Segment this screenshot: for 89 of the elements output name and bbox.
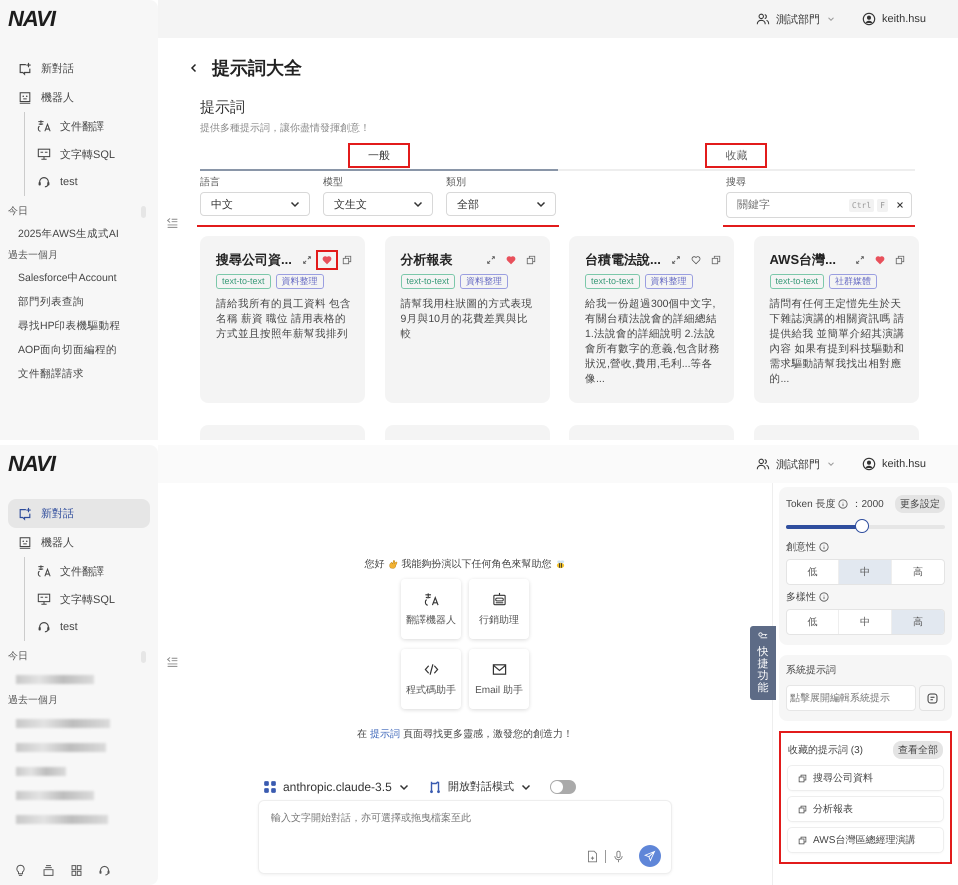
tag: text-to-text bbox=[770, 274, 824, 289]
nav-item[interactable]: 機器人 bbox=[8, 83, 150, 112]
history-heading: 過去一個月 bbox=[7, 694, 59, 708]
tag: 資料整理 bbox=[644, 274, 693, 289]
history-heading: 過去一個月 bbox=[7, 248, 59, 263]
history-item[interactable]: 文件翻譯請求 bbox=[0, 362, 158, 386]
bot-item[interactable]: test bbox=[27, 613, 150, 641]
bot-item[interactable]: 文字轉SQL bbox=[27, 140, 150, 168]
prompt-text: 請幫我用柱狀圖的方式表現9月與10月的花費差異與比較 bbox=[400, 297, 534, 342]
bot-item[interactable]: test bbox=[27, 168, 150, 196]
card-title: 台積電法說... bbox=[585, 251, 661, 269]
hint-text: 在 提示詞 頁面尋找更多靈感，激發您的創造力！ bbox=[357, 728, 573, 741]
tag: 資料整理 bbox=[276, 274, 324, 289]
dropdown[interactable]: 文生文 bbox=[323, 192, 433, 216]
role-card[interactable]: 程式碼助手 bbox=[401, 649, 461, 709]
favorite-prompt[interactable]: 分析報表 bbox=[788, 797, 943, 821]
option-button[interactable]: 高 bbox=[892, 560, 944, 584]
bot-item[interactable]: 文件翻譯 bbox=[27, 112, 150, 140]
key-hint: Ctrl bbox=[848, 198, 874, 212]
option-button[interactable]: 低 bbox=[787, 610, 840, 634]
card-title: 搜尋公司資... bbox=[216, 251, 292, 269]
card-title: 分析報表 bbox=[400, 251, 454, 269]
dropdown[interactable]: 全部 bbox=[446, 192, 556, 216]
panel-title: 收藏的提示詞 (3) bbox=[788, 744, 863, 757]
quick-functions-tab[interactable]: 快捷功能 bbox=[750, 626, 776, 700]
section-subtitle: 提供多種提示詞，讓你盡情發揮創意！ bbox=[200, 122, 371, 135]
dropdown[interactable]: 中文 bbox=[200, 192, 310, 216]
history-item[interactable]: 2025年AWS生成式AI bbox=[0, 222, 158, 246]
bot-item[interactable]: 文件翻譯 bbox=[27, 557, 150, 585]
nav-item[interactable]: 新對話 bbox=[8, 54, 150, 83]
filter-label: 語言 bbox=[200, 177, 221, 189]
history-item[interactable]: AOP面向切面編程的 bbox=[0, 338, 158, 362]
department-menu[interactable]: 測試部門 bbox=[756, 12, 836, 26]
nav-item[interactable]: 新對話 bbox=[8, 499, 150, 528]
setting-label: 創意性 bbox=[786, 540, 816, 554]
prompt-text: 給我一份超過300個中文字,有關台積法說會的詳細總結 1.法說會的詳細說明 2.法說會所有數字的意義,包含財務狀況,營收,費用,毛利...等各像... bbox=[585, 297, 720, 387]
history-item[interactable]: 部門列表查詢 bbox=[0, 290, 158, 314]
panel-title: 系統提示詞 bbox=[786, 664, 837, 677]
setting-label: 多樣性 bbox=[786, 590, 816, 604]
prompt-card[interactable]: AWS台灣... text-to-text 社群媒體 請問有任何王定愷先生於天下雜誌演講的相關資訊嗎 請提供給我 並簡單介紹其演講內容 如果有提到科技驅動和需求驅動請幫我找出相對應的... bbox=[754, 236, 918, 403]
search-field[interactable]: 關鍵字 bbox=[735, 198, 846, 212]
user-menu[interactable]: keith.hsu bbox=[862, 12, 926, 26]
prompt-text: 請給我所有的員工資料 包含名稱 薪資 職位 請用表格的方式並且按照年薪幫我排列 bbox=[216, 297, 351, 342]
page-title: 提示詞大全 bbox=[212, 57, 302, 80]
history-item[interactable]: Salesforce中Account bbox=[0, 266, 158, 290]
logo: NAVI bbox=[7, 451, 55, 477]
history-heading: 今日 bbox=[7, 205, 29, 219]
filter-label: 搜尋 bbox=[726, 177, 747, 189]
tag: text-to-text bbox=[400, 274, 456, 289]
greeting-text: 我能夠扮演以下任何角色來幫助您 bbox=[402, 558, 552, 571]
tag: 資料整理 bbox=[460, 274, 508, 289]
history-heading: 今日 bbox=[7, 650, 29, 664]
filter-label: 類別 bbox=[446, 177, 467, 189]
view-all-button[interactable]: 查看全部 bbox=[893, 741, 943, 759]
role-card[interactable]: Email 助手 bbox=[469, 649, 529, 709]
mode-selector[interactable]: 開放對話模式 bbox=[428, 779, 532, 794]
tag: text-to-text bbox=[216, 274, 271, 289]
token-value: ：2000 bbox=[851, 498, 884, 511]
message-composer[interactable]: 輸入文字開始對話，亦可選擇或拖曳檔案至此 bbox=[258, 800, 672, 874]
nav-item[interactable]: 機器人 bbox=[8, 528, 150, 557]
prompt-text: 請問有任何王定愷先生於天下雜誌演講的相關資訊嗎 請提供給我 並簡單介紹其演講內容 如果有提到科技驅動和需求驅動請幫我找出相對應的... bbox=[770, 297, 904, 387]
tag: text-to-text bbox=[585, 274, 640, 289]
section-title: 提示詞 bbox=[200, 98, 246, 117]
prompt-card[interactable]: 分析報表 text-to-text 資料整理 請幫我用柱狀圖的方式表現9月與10月的花費差異與比較 bbox=[384, 236, 550, 403]
bot-item[interactable]: 文字轉SQL bbox=[27, 585, 150, 613]
tab[interactable]: 一般 bbox=[200, 141, 558, 171]
key-hint: F bbox=[877, 198, 888, 212]
model-selector[interactable]: anthropic.claude-3.5 bbox=[263, 780, 410, 794]
system-prompt-field[interactable]: 點擊展開編輯系統提示 bbox=[786, 685, 916, 711]
department-menu[interactable]: 測試部門 bbox=[756, 456, 836, 472]
card-title: AWS台灣... bbox=[770, 251, 837, 269]
favorite-prompt[interactable]: 搜尋公司資料 bbox=[788, 766, 943, 790]
option-button[interactable]: 高 bbox=[892, 610, 944, 634]
favorite-prompt[interactable]: AWS台灣區總經理演講 bbox=[788, 828, 943, 852]
prompt-card[interactable]: 搜尋公司資... text-to-text 資料整理 請給我所有的員工資料 包含名稱 薪資 職位 請用表格的方式並且按照年薪幫我排列 bbox=[200, 236, 365, 403]
tag: 社群媒體 bbox=[829, 274, 878, 289]
more-settings-button[interactable]: 更多設定 bbox=[895, 495, 945, 513]
role-card[interactable]: 行銷助理 bbox=[469, 579, 529, 639]
setting-label: Token 長度 bbox=[786, 498, 836, 511]
user-menu[interactable]: keith.hsu bbox=[862, 457, 926, 471]
history-item[interactable]: 尋找HP印表機驅動程 bbox=[0, 314, 158, 338]
tab[interactable]: 收藏 bbox=[558, 141, 915, 171]
greeting-text: 您好 bbox=[364, 558, 384, 571]
filter-label: 模型 bbox=[323, 177, 344, 189]
prompt-card[interactable]: 台積電法說... text-to-text 資料整理 給我一份超過300個中文字,有關台積法說會的詳細總結 1.法說會的詳細說明 2.法說會所有數字的意義,包含財務狀況,營收,費用,毛利...等各像... bbox=[569, 236, 734, 403]
role-card[interactable]: 翻譯機器人 bbox=[401, 579, 461, 639]
prompts-link[interactable]: 提示詞 bbox=[370, 729, 400, 740]
option-button[interactable]: 中 bbox=[839, 560, 892, 584]
logo: NAVI bbox=[7, 6, 55, 32]
